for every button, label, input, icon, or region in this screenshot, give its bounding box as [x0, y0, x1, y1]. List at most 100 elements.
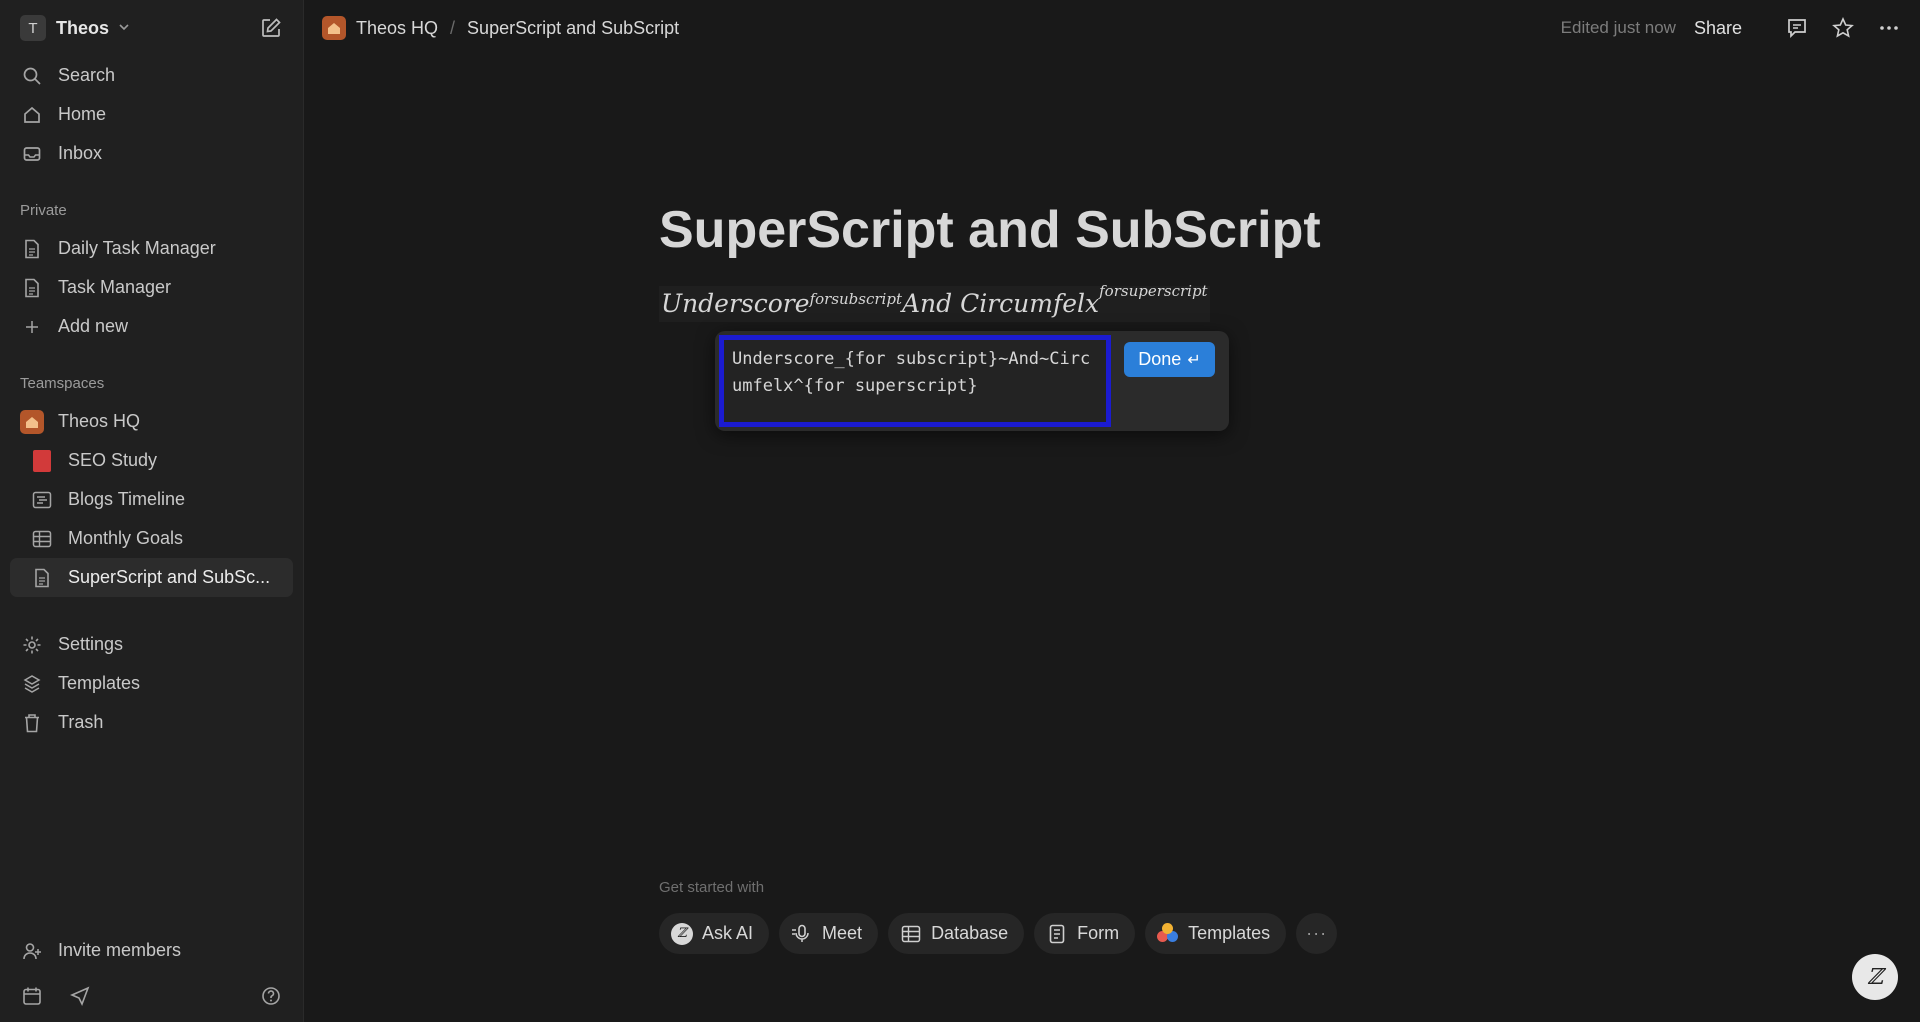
equation-subscript: forsubscript: [809, 290, 902, 308]
sidebar-item-daily-task-manager[interactable]: Daily Task Manager: [10, 229, 293, 268]
sidebar-item-templates[interactable]: Templates: [10, 664, 293, 703]
sidebar-item-blogs-timeline[interactable]: Blogs Timeline: [10, 480, 293, 519]
sidebar-item-search[interactable]: Search: [10, 56, 293, 95]
edited-status: Edited just now: [1560, 18, 1676, 37]
breadcrumb: Theos HQ / SuperScript and SubScript: [322, 16, 679, 40]
sidebar-item-task-manager[interactable]: Task Manager: [10, 268, 293, 307]
sidebar: T Theos Search Home Inbox Private Daily …: [0, 0, 304, 1022]
equation-block[interactable]: Underscore forsubscript And Circumfelx for…: [659, 282, 1210, 322]
star-icon[interactable]: [1830, 15, 1856, 41]
section-teamspaces-label[interactable]: Teamspaces: [10, 364, 293, 402]
teamspace-house-icon: [20, 409, 44, 434]
sidebar-item-label: SEO Study: [68, 450, 158, 470]
done-button[interactable]: Done ↵: [1124, 342, 1215, 377]
sidebar-item-label: Templates: [58, 673, 141, 693]
sidebar-item-monthly-goals[interactable]: Monthly Goals: [10, 519, 293, 558]
sidebar-item-trash[interactable]: Trash: [10, 703, 293, 742]
add-new-label: Add new: [58, 316, 129, 336]
red-book-icon: [30, 449, 54, 473]
new-page-icon[interactable]: [259, 16, 283, 40]
more-options-icon[interactable]: [1876, 15, 1902, 41]
gear-icon: [20, 633, 44, 657]
done-label: Done: [1138, 349, 1182, 369]
ask-ai-button[interactable]: ℤ Ask AI: [659, 913, 770, 954]
equation-base-1: Underscore: [661, 289, 810, 318]
sidebar-item-label: Settings: [58, 634, 124, 654]
sidebar-item-label: Home: [58, 104, 107, 124]
workspace-switcher[interactable]: T Theos: [10, 0, 293, 56]
meet-button[interactable]: Meet: [779, 913, 879, 954]
sidebar-item-superscript-and-subscript[interactable]: SuperScript and SubSc...: [10, 558, 293, 597]
chevron-down-icon: [117, 20, 131, 37]
equation-source-input[interactable]: Underscore_{for subscript}~And~Circumfel…: [719, 335, 1111, 427]
workspace-name: Theos: [56, 17, 110, 38]
topbar-actions: Edited just now Share: [1561, 15, 1902, 41]
chip-label: Database: [931, 923, 1009, 943]
ai-face-icon: ℤ: [671, 922, 693, 945]
sidebar-item-home[interactable]: Home: [10, 95, 293, 134]
form-button[interactable]: Form: [1034, 913, 1136, 954]
sidebar-item-label: Task Manager: [58, 277, 172, 297]
trash-icon: [20, 711, 44, 735]
plus-icon: [20, 315, 44, 339]
invite-members-button[interactable]: Invite members: [10, 931, 293, 970]
search-icon: [20, 64, 44, 88]
timeline-icon: [30, 488, 54, 512]
send-icon[interactable]: [68, 984, 92, 1008]
sidebar-bottom: Invite members: [10, 931, 293, 1022]
sidebar-item-inbox[interactable]: Inbox: [10, 134, 293, 173]
table-icon: [30, 527, 54, 551]
calendar-icon[interactable]: [20, 984, 44, 1008]
add-new-button[interactable]: Add new: [10, 307, 293, 346]
app-window: T Theos Search Home Inbox Private Daily …: [0, 0, 1920, 1022]
form-icon: [1046, 923, 1068, 945]
sidebar-item-label: Theos HQ: [58, 411, 141, 431]
sidebar-item-label: Inbox: [58, 143, 103, 163]
home-icon: [20, 103, 44, 127]
more-icon: ···: [1306, 923, 1328, 943]
database-button[interactable]: Database: [888, 913, 1025, 954]
share-button[interactable]: Share: [1694, 18, 1742, 39]
templates-button[interactable]: Templates: [1145, 913, 1287, 954]
equation-superscript: forsuperscript: [1099, 282, 1208, 300]
return-icon: ↵: [1187, 351, 1201, 369]
sidebar-item-seo-study[interactable]: SEO Study: [10, 441, 293, 480]
page-icon: [30, 566, 54, 590]
inbox-icon: [20, 142, 44, 166]
workspace-avatar: T: [20, 15, 46, 41]
equation-editor-popup: Underscore_{for subscript}~And~Circumfel…: [715, 331, 1229, 431]
help-assistant-button[interactable]: ℤ: [1852, 954, 1898, 1000]
main-content: Theos HQ / SuperScript and SubScript Edi…: [304, 0, 1920, 1022]
table-icon: [900, 923, 922, 945]
help-icon[interactable]: [259, 984, 283, 1008]
page-icon: [20, 276, 44, 300]
section-private-label[interactable]: Private: [10, 191, 293, 229]
breadcrumb-separator: /: [450, 17, 456, 38]
page-title[interactable]: SuperScript and SubScript: [659, 200, 1321, 260]
chip-label: Form: [1077, 923, 1120, 943]
invite-members-label: Invite members: [58, 940, 182, 960]
equation-base-2: And Circumfelx: [901, 289, 1100, 318]
sidebar-item-label: SuperScript and SubSc...: [68, 567, 271, 587]
page-icon: [20, 237, 44, 261]
more-options-button[interactable]: ···: [1296, 913, 1338, 954]
templates-icon: [20, 672, 44, 696]
topbar: Theos HQ / SuperScript and SubScript Edi…: [304, 0, 1920, 56]
get-started-label: Get started with: [659, 879, 765, 896]
chip-label: Meet: [822, 923, 863, 943]
breadcrumb-page[interactable]: SuperScript and SubScript: [467, 18, 679, 39]
sidebar-item-label: Search: [58, 65, 116, 85]
sidebar-item-label: Trash: [58, 712, 104, 732]
chip-label: Templates: [1188, 923, 1271, 943]
breadcrumb-teamspace[interactable]: Theos HQ: [356, 18, 438, 39]
comment-icon[interactable]: [1784, 15, 1810, 41]
microphone-icon: [791, 923, 813, 945]
sidebar-footer-icons: [10, 970, 293, 1022]
sidebar-item-label: Blogs Timeline: [68, 489, 186, 509]
templates-colorful-icon: [1157, 922, 1179, 945]
sidebar-item-theos-hq[interactable]: Theos HQ: [10, 402, 293, 441]
sidebar-item-settings[interactable]: Settings: [10, 625, 293, 664]
get-started-chips: ℤ Ask AI Meet Database Form Templates ··…: [659, 913, 1347, 954]
chip-label: Ask AI: [702, 923, 754, 943]
